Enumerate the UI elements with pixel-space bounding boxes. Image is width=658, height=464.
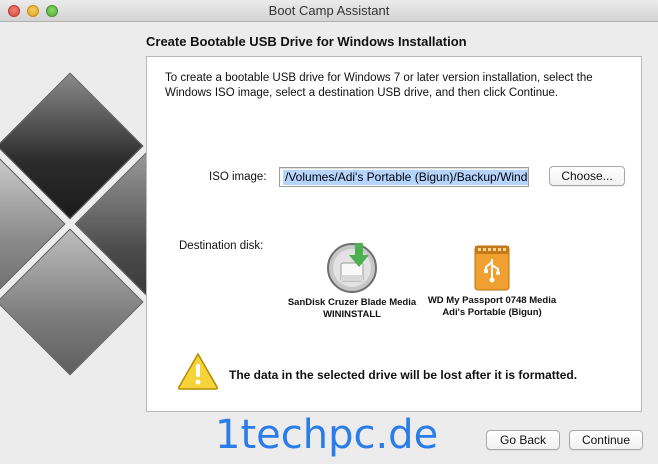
go-back-button[interactable]: Go Back (486, 430, 560, 450)
disk-name: WD My Passport 0748 Media (427, 295, 557, 306)
content-panel: To create a bootable USB drive for Windo… (146, 56, 642, 412)
external-usb-hdd-icon (474, 245, 510, 291)
page-title: Create Bootable USB Drive for Windows In… (146, 34, 467, 49)
instructions-text: To create a bootable USB drive for Windo… (165, 72, 593, 99)
disk-option-wd-passport[interactable]: WD My Passport 0748 Media Adi's Portable… (407, 245, 577, 319)
warning-icon (177, 352, 219, 390)
iso-path-field[interactable]: /Volumes/Adi's Portable (Bigun)/Backup/W… (279, 167, 529, 187)
usb-drive-icon (327, 243, 377, 293)
title-bar: Boot Camp Assistant (0, 0, 658, 22)
destination-disk-label: Destination disk: (179, 240, 264, 252)
iso-image-label: ISO image: (209, 171, 267, 183)
choose-button[interactable]: Choose... (549, 166, 625, 186)
watermark-text: 1techpc.de (215, 412, 439, 458)
warning-message: The data in the selected drive will be l… (229, 368, 578, 382)
iso-path-value: /Volumes/Adi's Portable (Bigun)/Backup/W… (283, 170, 528, 185)
disk-volume: Adi's Portable (Bigun) (442, 307, 542, 318)
continue-button[interactable]: Continue (569, 430, 643, 450)
window-title: Boot Camp Assistant (268, 3, 390, 18)
